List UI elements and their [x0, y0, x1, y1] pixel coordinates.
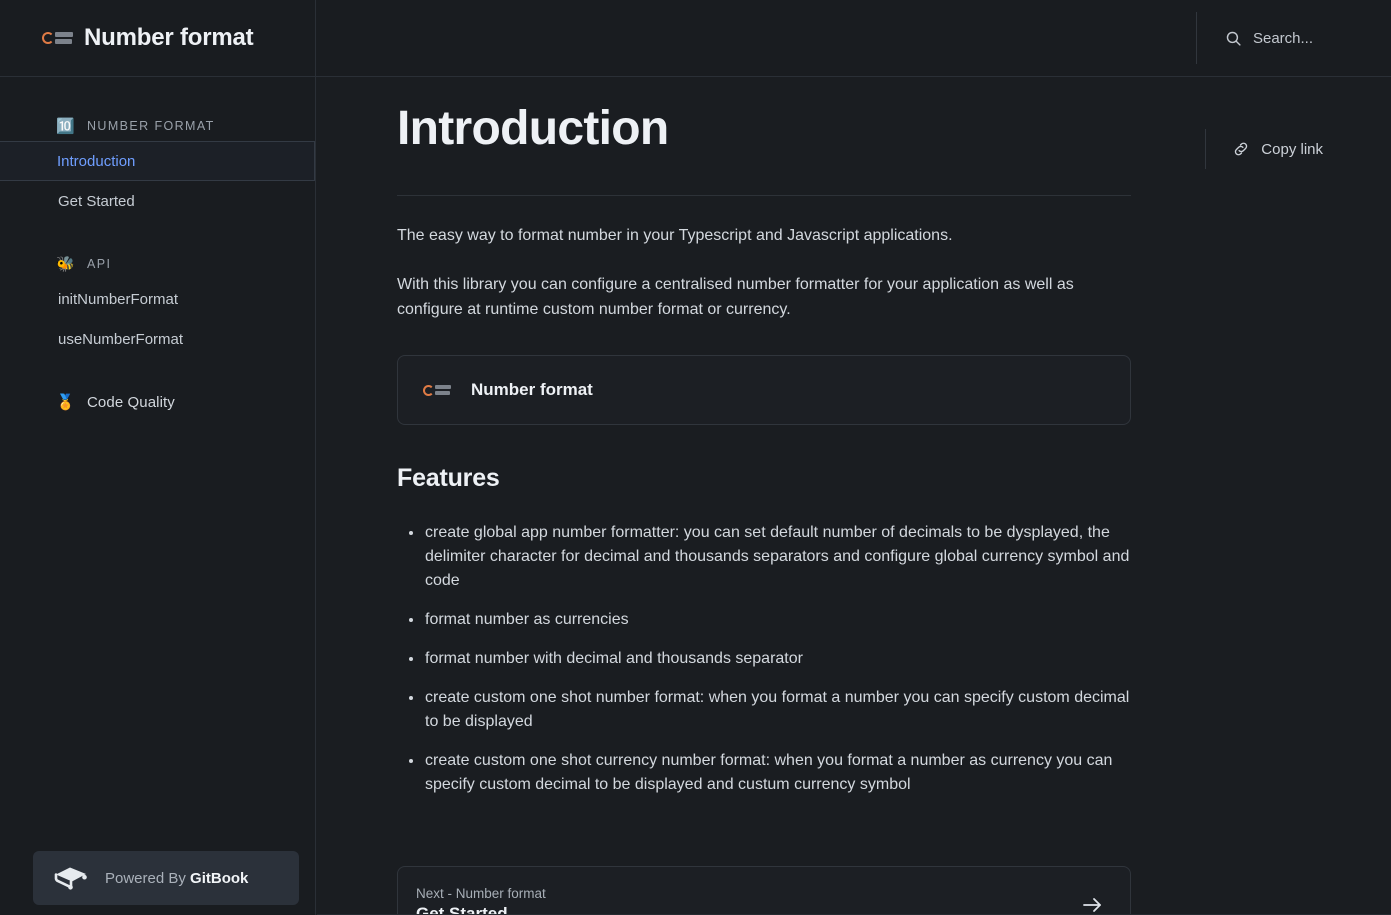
list-item: create custom one shot currency number f…	[425, 749, 1131, 797]
link-icon	[1232, 140, 1250, 158]
sidebar-item-initnumberformat[interactable]: initNumberFormat	[0, 279, 315, 319]
features-list: create global app number formatter: you …	[397, 521, 1131, 797]
gitbook-label: Powered By GitBook	[105, 870, 248, 887]
medal-emoji: 🏅	[56, 395, 74, 410]
sidebar-spacer	[0, 221, 315, 249]
arrow-right-icon	[1080, 893, 1104, 915]
top-header-bar: Number format Search...	[0, 0, 1391, 77]
intro-paragraph-1: The easy way to format number in your Ty…	[397, 224, 1131, 249]
intro-paragraph-2: With this library you can configure a ce…	[397, 273, 1131, 323]
search-icon	[1225, 30, 1242, 47]
article-body: Introduction The easy way to format numb…	[397, 77, 1131, 915]
sidebar-item-code-quality: Code Quality	[87, 394, 175, 411]
copy-link-button[interactable]: Copy link	[1205, 129, 1323, 169]
sidebar-item-usenumberformat[interactable]: useNumberFormat	[0, 319, 315, 359]
header-actions: Search...	[1196, 12, 1391, 64]
search-input[interactable]: Search...	[1196, 12, 1313, 64]
sidebar-group-label: NUMBER FORMAT	[87, 119, 215, 133]
gitbook-brand: GitBook	[190, 870, 248, 887]
next-page-nav-card[interactable]: Next - Number format Get Started	[397, 866, 1131, 915]
number-format-logo-icon	[423, 381, 453, 399]
number-format-logo-icon	[40, 28, 74, 48]
keycap-ten-emoji: 🔟	[56, 119, 74, 134]
sidebar-navigation: 🔟 NUMBER FORMAT Introduction Get Started…	[0, 77, 316, 915]
sidebar-spacer	[0, 359, 315, 387]
features-heading: Features	[397, 464, 1131, 493]
sidebar-group-header: 🐝 API	[0, 249, 315, 279]
next-page-kicker: Next - Number format	[416, 886, 546, 901]
powered-by-gitbook-button[interactable]: Powered By GitBook	[33, 851, 299, 905]
link-card-title: Number format	[471, 380, 593, 400]
page-title: Introduction	[397, 101, 1131, 156]
search-placeholder: Search...	[1253, 30, 1313, 47]
sidebar-group-code-quality[interactable]: 🏅 Code Quality	[0, 387, 315, 417]
sidebar-item-introduction[interactable]: Introduction	[0, 141, 315, 181]
sidebar-group-number-format: 🔟 NUMBER FORMAT Introduction Get Started	[0, 77, 315, 221]
title-divider	[397, 195, 1131, 196]
main-content-area: Copy link Introduction The easy way to f…	[317, 77, 1391, 915]
bee-emoji: 🐝	[56, 257, 74, 272]
sidebar-group-label: API	[87, 257, 111, 271]
list-item: create global app number formatter: you …	[425, 521, 1131, 593]
copy-link-label: Copy link	[1261, 141, 1323, 158]
sidebar-item-get-started[interactable]: Get Started	[0, 181, 315, 221]
brand-title: Number format	[84, 24, 253, 52]
number-format-link-card[interactable]: Number format	[397, 355, 1131, 425]
list-item: format number as currencies	[425, 608, 1131, 632]
list-item: format number with decimal and thousands…	[425, 647, 1131, 671]
sidebar-group-api: 🐝 API initNumberFormat useNumberFormat	[0, 249, 315, 359]
gitbook-logo-icon	[53, 865, 89, 891]
sidebar-group-header[interactable]: 🏅 Code Quality	[0, 387, 315, 417]
sidebar-group-header: 🔟 NUMBER FORMAT	[0, 111, 315, 141]
next-page-texts: Next - Number format Get Started	[416, 886, 546, 915]
list-item: create custom one shot number format: wh…	[425, 686, 1131, 734]
brand-home-link[interactable]: Number format	[0, 0, 316, 77]
gitbook-prefix: Powered By	[105, 870, 190, 887]
